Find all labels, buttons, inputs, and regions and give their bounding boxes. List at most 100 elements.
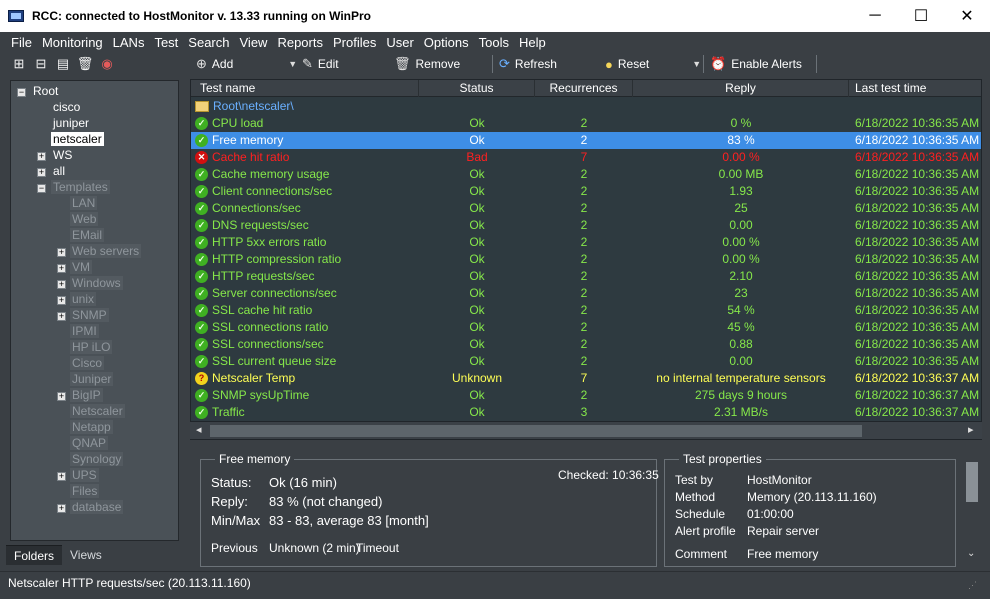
folder-row[interactable]: Root\netscaler\ bbox=[191, 98, 981, 115]
table-row[interactable]: ✓ Traffic Ok 3 2.31 MB/s 6/18/2022 10:36:37 A… bbox=[191, 404, 981, 421]
table-row[interactable]: ✓ HTTP 5xx errors ratio Ok 2 0.00 % 6/18/2022… bbox=[191, 234, 981, 251]
menu-search[interactable]: Search bbox=[183, 35, 234, 50]
ws-expand-icon[interactable]: + bbox=[37, 152, 46, 161]
properties-scrollbar[interactable]: ⌄ bbox=[964, 458, 980, 564]
database-expand-icon[interactable]: + bbox=[57, 504, 66, 513]
enable-alerts-button[interactable]: ⏰ Enable Alerts bbox=[704, 53, 816, 75]
tree-item-ws[interactable]: WS bbox=[51, 148, 74, 163]
ups-expand-icon[interactable]: + bbox=[57, 472, 66, 481]
templates-collapse-icon[interactable]: − bbox=[37, 184, 46, 193]
delete-folder-icon[interactable]: 🗑 bbox=[76, 55, 94, 73]
scrollbar-thumb[interactable] bbox=[210, 425, 862, 437]
col-test-name[interactable]: Test name bbox=[191, 80, 419, 97]
root-collapse-icon[interactable]: − bbox=[17, 88, 26, 97]
tree-item-unix[interactable]: unix bbox=[70, 292, 97, 307]
unix-expand-icon[interactable]: + bbox=[57, 296, 66, 305]
tree-item-netscaler-template[interactable]: Netscaler bbox=[70, 404, 125, 419]
col-last-test-time[interactable]: Last test time bbox=[849, 80, 981, 97]
tree-item-netapp[interactable]: Netapp bbox=[70, 420, 113, 435]
table-row[interactable]: ✓ SSL current queue size Ok 2 0.00 6/18/2022 … bbox=[191, 353, 981, 370]
menu-monitoring[interactable]: Monitoring bbox=[37, 35, 108, 50]
tree-root[interactable]: Root bbox=[31, 84, 60, 99]
tree-item-database[interactable]: database bbox=[70, 500, 124, 515]
tree-item-bigip[interactable]: BigIP bbox=[70, 388, 103, 403]
tree-item-web[interactable]: Web bbox=[70, 212, 99, 227]
table-row[interactable]: ? Netscaler Temp Unknown 7 no internal tempe… bbox=[191, 370, 981, 387]
horizontal-scrollbar[interactable]: ◂ ▸ bbox=[190, 421, 982, 439]
scroll-right-icon[interactable]: ▸ bbox=[968, 423, 974, 436]
table-row[interactable]: ✓ SNMP sysUpTime Ok 2 275 days 9 hours 6/18/2… bbox=[191, 387, 981, 404]
menu-view[interactable]: View bbox=[235, 35, 273, 50]
tree-item-cisco-template[interactable]: Cisco bbox=[70, 356, 105, 371]
tree-item-netscaler[interactable]: netscaler bbox=[51, 132, 104, 147]
tree-item-ipmi[interactable]: IPMI bbox=[70, 324, 99, 339]
minimize-button[interactable]: ─ bbox=[852, 0, 898, 32]
tree-item-snmp[interactable]: SNMP bbox=[70, 308, 109, 323]
col-reply[interactable]: Reply bbox=[633, 80, 849, 97]
tree-item-email[interactable]: EMail bbox=[70, 228, 105, 243]
tree-item-juniper[interactable]: juniper bbox=[51, 116, 91, 131]
web-servers-expand-icon[interactable]: + bbox=[57, 248, 66, 257]
color-icon[interactable]: ◉ bbox=[98, 55, 116, 73]
table-row[interactable]: ✓ HTTP compression ratio Ok 2 0.00 % 6/18/202… bbox=[191, 251, 981, 268]
snmp-expand-icon[interactable]: + bbox=[57, 312, 66, 321]
add-button[interactable]: ⊕ Add ▼ bbox=[190, 53, 297, 75]
tree-item-juniper-template[interactable]: Juniper bbox=[70, 372, 114, 387]
all-expand-icon[interactable]: + bbox=[37, 168, 46, 177]
refresh-button[interactable]: ⟳ Refresh bbox=[493, 53, 599, 75]
bigip-expand-icon[interactable]: + bbox=[57, 392, 66, 401]
scrollbar-thumb[interactable] bbox=[966, 462, 978, 502]
table-row[interactable]: ✓ DNS requests/sec Ok 2 0.00 6/18/2022 10:36:… bbox=[191, 217, 981, 234]
tree-item-all[interactable]: all bbox=[51, 164, 67, 179]
resize-grip-icon[interactable]: ⋰ bbox=[968, 580, 977, 591]
menu-options[interactable]: Options bbox=[419, 35, 474, 50]
table-row[interactable]: ✕ Cache hit ratio Bad 7 0.00 % 6/18/2022 10:3… bbox=[191, 149, 981, 166]
vm-expand-icon[interactable]: + bbox=[57, 264, 66, 273]
tree-item-qnap[interactable]: QNAP bbox=[70, 436, 109, 451]
reset-button[interactable]: ● Reset ▼ bbox=[599, 53, 703, 75]
tree-item-cisco[interactable]: cisco bbox=[51, 100, 82, 115]
table-row[interactable]: ✓ HTTP requests/sec Ok 2 2.10 6/18/2022 10:36… bbox=[191, 268, 981, 285]
tree-item-synology[interactable]: Synology bbox=[70, 452, 124, 467]
col-recurrences[interactable]: Recurrences bbox=[535, 80, 633, 97]
menu-user[interactable]: User bbox=[381, 35, 418, 50]
table-row[interactable]: ✓ SSL cache hit ratio Ok 2 54 % 6/18/2022 10:… bbox=[191, 302, 981, 319]
maximize-button[interactable]: ☐ bbox=[898, 0, 944, 32]
tree-item-files[interactable]: Files bbox=[70, 484, 100, 499]
menu-reports[interactable]: Reports bbox=[272, 35, 328, 50]
scroll-left-icon[interactable]: ◂ bbox=[196, 423, 202, 436]
menu-profiles[interactable]: Profiles bbox=[328, 35, 381, 50]
menu-file[interactable]: File bbox=[6, 35, 37, 50]
tree-item-windows[interactable]: Windows bbox=[70, 276, 123, 291]
menu-tools[interactable]: Tools bbox=[474, 35, 514, 50]
edit-button[interactable]: ✎ Edit bbox=[296, 53, 388, 75]
table-row[interactable]: ✓ CPU load Ok 2 0 % 6/18/2022 10:36:35 AM bbox=[191, 115, 981, 132]
windows-expand-icon[interactable]: + bbox=[57, 280, 66, 289]
tab-views[interactable]: Views bbox=[62, 545, 110, 565]
table-row[interactable]: ✓ Client connections/sec Ok 2 1.93 6/18/2022 … bbox=[191, 183, 981, 200]
table-row[interactable]: ✓ SSL connections ratio Ok 2 45 % 6/18/2022 1… bbox=[191, 319, 981, 336]
menu-help[interactable]: Help bbox=[514, 35, 551, 50]
table-row[interactable]: ✓ Cache memory usage Ok 2 0.00 MB 6/18/2022 1… bbox=[191, 166, 981, 183]
tree-item-ups[interactable]: UPS bbox=[70, 468, 99, 483]
new-folder-icon[interactable]: ⊞ bbox=[10, 55, 28, 73]
menu-test[interactable]: Test bbox=[149, 35, 183, 50]
table-row[interactable]: ✓ Connections/sec Ok 2 25 6/18/2022 10:36:35 … bbox=[191, 200, 981, 217]
menu-lans[interactable]: LANs bbox=[108, 35, 150, 50]
table-row[interactable]: ✓ Server connections/sec Ok 2 23 6/18/2022 10… bbox=[191, 285, 981, 302]
last-test-time-cell: 6/18/2022 10:36:35 AM bbox=[855, 303, 980, 317]
close-button[interactable]: ✕ bbox=[944, 0, 990, 32]
scroll-down-icon[interactable]: ⌄ bbox=[967, 548, 975, 559]
tab-folders[interactable]: Folders bbox=[6, 545, 63, 565]
table-row[interactable]: ✓ SSL connections/sec Ok 2 0.88 6/18/2022 10:… bbox=[191, 336, 981, 353]
tree-item-templates[interactable]: Templates bbox=[51, 180, 110, 195]
tree-item-vm[interactable]: VM bbox=[70, 260, 92, 275]
tree-item-lan[interactable]: LAN bbox=[70, 196, 98, 211]
table-row[interactable]: ✓ Free memory Ok 2 83 % 6/18/2022 10:36:35 AM bbox=[191, 132, 981, 149]
remove-button[interactable]: 🗑 Remove bbox=[388, 53, 492, 75]
col-status[interactable]: Status bbox=[419, 80, 535, 97]
tree-item-hp-ilo[interactable]: HP iLO bbox=[70, 340, 113, 355]
new-subfolder-icon[interactable]: ⊟ bbox=[32, 55, 50, 73]
tree-item-web-servers[interactable]: Web servers bbox=[70, 244, 142, 259]
folder-properties-icon[interactable]: ▤ bbox=[54, 55, 72, 73]
